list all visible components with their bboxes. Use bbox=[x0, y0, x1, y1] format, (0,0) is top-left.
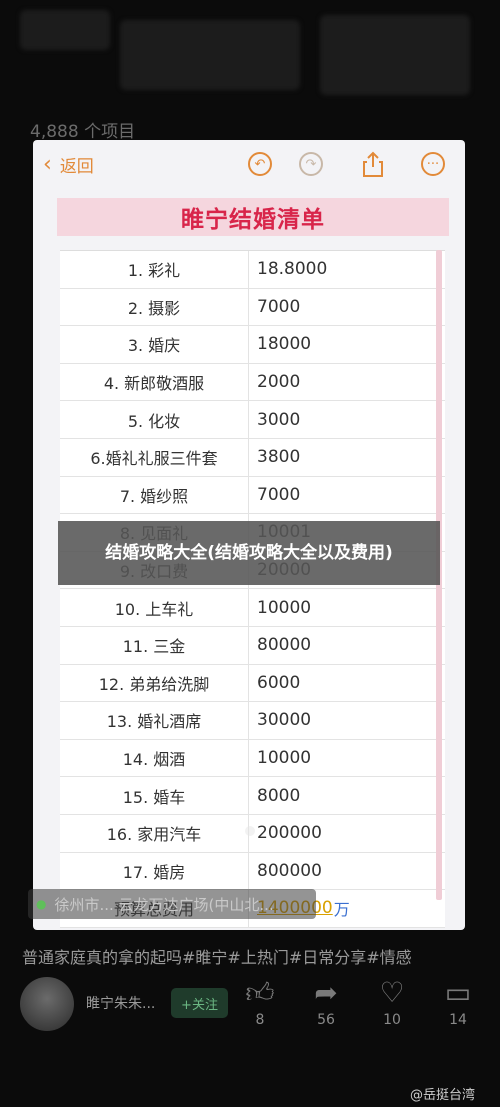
comment-icon: ▭ bbox=[444, 976, 472, 1009]
item-name: 7. 婚纱照 bbox=[60, 476, 249, 514]
like-button[interactable]: 👍︎ 8 bbox=[236, 976, 284, 1028]
item-name: 12. 弟弟给洗脚 bbox=[60, 664, 249, 702]
heart-icon: ♡ bbox=[379, 976, 405, 1009]
item-count: 4,888 个项目 bbox=[30, 122, 136, 142]
username[interactable]: 睢宁朱朱... bbox=[86, 993, 155, 1013]
item-amount: 7000 bbox=[257, 484, 301, 505]
item-amount: 18.8000 bbox=[257, 259, 328, 280]
table-row: 3. 婚庆 18000 bbox=[60, 326, 445, 364]
table-row: 1. 彩礼 18.8000 bbox=[60, 251, 445, 289]
item-amount: 18000 bbox=[257, 334, 312, 355]
table-row: 17. 婚房 800000 bbox=[60, 852, 445, 891]
indicator-dot bbox=[245, 826, 255, 836]
back-button[interactable]: ‹ 返回 bbox=[43, 152, 94, 177]
table-row: 11. 三金 80000 bbox=[60, 626, 445, 665]
chevron-left-icon: ‹ bbox=[43, 151, 52, 177]
table-row: 15. 婚车 8000 bbox=[60, 777, 445, 815]
comment-button[interactable]: ▭ 14 bbox=[434, 976, 482, 1028]
item-name: 4. 新郎敬酒服 bbox=[60, 363, 249, 401]
back-label: 返回 bbox=[59, 157, 94, 177]
like-count: 8 bbox=[255, 1012, 265, 1028]
background-blur bbox=[320, 15, 470, 95]
item-amount: 2000 bbox=[257, 372, 301, 393]
share-icon[interactable] bbox=[361, 150, 385, 178]
table-row: 12. 弟弟给洗脚 6000 bbox=[60, 664, 445, 703]
background-blur bbox=[120, 20, 300, 90]
item-amount: 800000 bbox=[257, 860, 322, 881]
item-amount: 200000 bbox=[257, 823, 322, 844]
item-name: 5. 化妆 bbox=[60, 401, 249, 438]
item-amount: 10000 bbox=[257, 597, 312, 618]
thumbs-up-icon: 👍︎ bbox=[245, 976, 275, 1009]
location-tag[interactable]: ● 徐州市... 云龙万达广场(中山北... bbox=[28, 889, 316, 919]
item-amount: 3800 bbox=[257, 447, 301, 468]
watermark: @岳挺台湾 bbox=[410, 1088, 476, 1103]
item-name: 16. 家用汽车 bbox=[60, 814, 249, 852]
item-name: 6.婚礼礼服三件套 bbox=[60, 438, 249, 476]
item-name: 14. 烟酒 bbox=[60, 739, 249, 777]
item-amount: 6000 bbox=[257, 672, 301, 693]
page-title: 睢宁结婚清单 bbox=[57, 198, 449, 236]
item-name: 2. 摄影 bbox=[60, 288, 249, 326]
table-row: 7. 婚纱照 7000 bbox=[60, 476, 445, 515]
article-title-overlay: 结婚攻略大全(结婚攻略大全以及费用) bbox=[58, 521, 440, 585]
share-count: 56 bbox=[317, 1012, 335, 1028]
favorite-button[interactable]: ♡ 10 bbox=[368, 976, 416, 1028]
table-row: 10. 上车礼 10000 bbox=[60, 589, 445, 627]
item-amount: 3000 bbox=[257, 409, 301, 430]
comment-count: 14 bbox=[449, 1012, 467, 1028]
item-name: 10. 上车礼 bbox=[60, 589, 249, 626]
item-amount: 10000 bbox=[257, 748, 312, 769]
background-app-header: 4,888 个项目 bbox=[0, 0, 500, 142]
table-row: 6.婚礼礼服三件套 3800 bbox=[60, 438, 445, 477]
post-caption: 普通家庭真的拿的起吗#睢宁#上热门#日常分享#情感 bbox=[22, 948, 412, 967]
item-name: 13. 婚礼酒席 bbox=[60, 702, 249, 739]
item-name: 3. 婚庆 bbox=[60, 326, 249, 363]
more-icon[interactable]: ··· bbox=[421, 152, 445, 176]
location-pin-icon: ● bbox=[36, 897, 47, 911]
favorite-count: 10 bbox=[383, 1012, 401, 1028]
table-row: 4. 新郎敬酒服 2000 bbox=[60, 363, 445, 402]
share-button[interactable]: ➦ 56 bbox=[302, 976, 350, 1028]
notes-toolbar: ‹ 返回 ↶ ↷ ··· bbox=[33, 140, 465, 190]
background-blur bbox=[20, 10, 110, 50]
table-row: 2. 摄影 7000 bbox=[60, 288, 445, 327]
table-row: 14. 烟酒 10000 bbox=[60, 739, 445, 778]
location-text: 徐州市... 云龙万达广场(中山北... bbox=[54, 895, 274, 914]
avatar[interactable] bbox=[20, 977, 74, 1031]
share-arrow-icon: ➦ bbox=[314, 976, 338, 1009]
follow-button[interactable]: +关注 bbox=[171, 988, 228, 1018]
total-unit: 万 bbox=[333, 900, 350, 920]
table-row: 13. 婚礼酒席 30000 bbox=[60, 702, 445, 740]
item-name: 1. 彩礼 bbox=[60, 251, 249, 288]
item-name: 17. 婚房 bbox=[60, 852, 249, 890]
item-amount: 30000 bbox=[257, 710, 312, 731]
undo-icon[interactable]: ↶ bbox=[248, 152, 272, 176]
item-name: 15. 婚车 bbox=[60, 777, 249, 814]
item-amount: 7000 bbox=[257, 296, 301, 317]
item-name: 11. 三金 bbox=[60, 626, 249, 664]
redo-icon[interactable]: ↷ bbox=[299, 152, 323, 176]
item-amount: 80000 bbox=[257, 635, 312, 656]
item-amount: 8000 bbox=[257, 785, 301, 806]
table-row: 5. 化妆 3000 bbox=[60, 401, 445, 439]
